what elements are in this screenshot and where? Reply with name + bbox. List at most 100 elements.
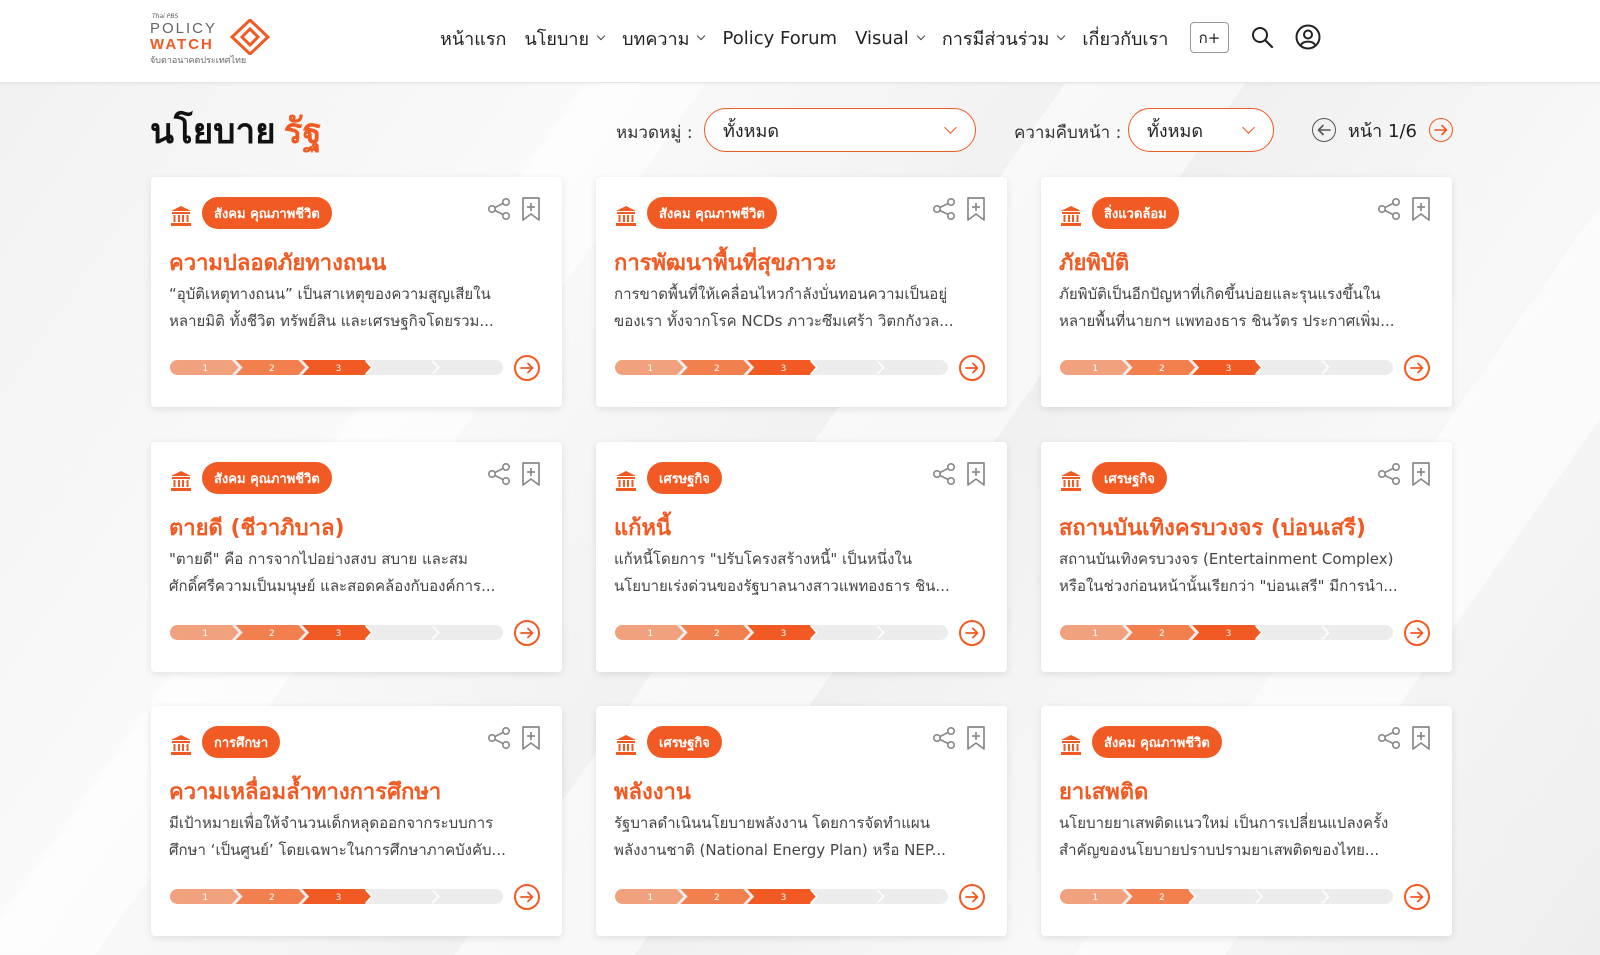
card-open-button[interactable] [514,884,540,910]
card-description-line-1: สถานบันเทิงครบวงจร (Entertainment Comple… [1059,550,1394,568]
share-icon[interactable] [1377,462,1401,486]
card-description-line-1: ภัยพิบัติเป็นอีกปัญหาที่เกิดขึ้นบ่อยและร… [1059,285,1381,303]
card-title[interactable]: ความเหลื่อมล้ำทางการศึกษา [169,774,441,809]
category-badge[interactable]: สังคม คุณภาพชีวิต [202,462,332,494]
card-description-line-1: “อุบัติเหตุทางถนน” เป็นสาเหตุของความสูญเ… [169,285,491,303]
category-badge[interactable]: สิ่งแวดล้อม [1092,197,1179,229]
policy-card[interactable]: เศรษฐกิจ สถานบันเทิงครบวงจร (บ่อนเสรี) ส… [1041,442,1452,672]
card-open-button[interactable] [1404,355,1430,381]
share-icon[interactable] [932,726,956,750]
card-title[interactable]: ภัยพิบัติ [1059,245,1129,280]
user-account-icon[interactable] [1295,24,1321,50]
card-description-line-2: หลายพื้นที่นายกฯ แพทองธาร ชินวัตร ประกาศ… [1059,312,1395,330]
card-open-button[interactable] [959,355,985,381]
card-title[interactable]: ความปลอดภัยทางถนน [169,245,386,280]
policy-card[interactable]: สังคม คุณภาพชีวิต ยาเสพติด นโยบายยาเสพติ… [1041,706,1452,936]
arrow-right-icon [520,627,534,639]
bookmark-add-icon[interactable] [965,196,987,222]
chevron-down-icon [1057,31,1066,41]
share-icon[interactable] [487,462,511,486]
policy-card[interactable]: การศึกษา ความเหลื่อมล้ำทางการศึกษา มีเป้… [151,706,562,936]
progress-select[interactable]: ทั้งหมด [1128,108,1274,152]
policy-watch-logo[interactable]: Thai PBS POLICY WATCH จับตาอนาคตประเทศไท… [150,13,275,66]
share-icon[interactable] [932,197,956,221]
nav-home-label: หน้าแรก [440,28,507,50]
pagination: หน้า 1/6 [1312,116,1453,144]
share-icon[interactable] [487,726,511,750]
card-description: นโยบายยาเสพติดแนวใหม่ เป็นการเปลี่ยนแปลง… [1059,810,1431,866]
policy-card[interactable]: เศรษฐกิจ แก้หนี้ แก้หนี้โดยการ "ปรับโครง… [596,442,1007,672]
progress-stage-label: 2 [269,893,275,903]
card-title[interactable]: แก้หนี้ [614,510,671,545]
font-size-button[interactable]: ก+ [1190,22,1229,53]
bookmark-add-icon[interactable] [1410,725,1432,751]
progress-stage-label: 2 [714,364,720,374]
progress-stages: 1 2 3 [615,889,948,904]
card-title[interactable]: ยาเสพติด [1059,774,1148,809]
card-open-button[interactable] [959,620,985,646]
nav-policy-label: นโยบาย [524,28,590,50]
policy-card[interactable]: สังคม คุณภาพชีวิต ความปลอดภัยทางถนน “อุบ… [151,177,562,407]
card-description: “อุบัติเหตุทางถนน” เป็นสาเหตุของความสูญเ… [169,281,541,337]
arrow-right-icon [1410,362,1424,374]
nav-about[interactable]: เกี่ยวกับเรา [1082,24,1168,53]
next-page-button[interactable] [1428,118,1453,142]
category-badge[interactable]: การศึกษา [202,726,281,758]
progress-stage-label: 2 [269,364,275,374]
card-description-line-2: นโยบายเร่งด่วนของรัฐบาลนางสาวแพทองธาร ชิ… [614,577,950,595]
policy-card[interactable]: สิ่งแวดล้อม ภัยพิบัติ ภัยพิบัติเป็นอีกปั… [1041,177,1452,407]
share-icon[interactable] [1377,726,1401,750]
progress-stage-label: 2 [1159,893,1165,903]
nav-visual[interactable]: Visual [855,28,926,49]
bookmark-add-icon[interactable] [520,196,542,222]
share-icon[interactable] [1377,197,1401,221]
progress-stage-label: 2 [1159,364,1165,374]
progress-stage-label: 1 [202,364,208,374]
bookmark-add-icon[interactable] [520,725,542,751]
prev-page-button[interactable] [1312,118,1336,142]
nav-home[interactable]: หน้าแรก [440,24,506,53]
bookmark-add-icon[interactable] [1410,196,1432,222]
nav-participation[interactable]: การมีส่วนร่วม [942,24,1066,53]
card-open-button[interactable] [514,355,540,381]
progress-stage-label: 3 [781,629,787,639]
category-badge[interactable]: สังคม คุณภาพชีวิต [202,197,332,229]
progress-stages: 1 2 3 [170,889,503,904]
card-title[interactable]: การพัฒนาพื้นที่สุขภาวะ [614,245,837,280]
bookmark-add-icon[interactable] [965,725,987,751]
bookmark-add-icon[interactable] [965,461,987,487]
category-badge[interactable]: เศรษฐกิจ [1092,462,1167,494]
nav-policy-forum[interactable]: Policy Forum [722,28,837,49]
card-description-line-2: หรือในช่วงก่อนหน้านั้นเรียกว่า "บ่อนเสรี… [1059,577,1398,595]
share-icon[interactable] [932,462,956,486]
government-building-icon [1061,206,1081,226]
category-badge[interactable]: เศรษฐกิจ [647,462,722,494]
progress-select-value: ทั้งหมด [1147,120,1204,142]
nav-policy[interactable]: นโยบาย [524,24,606,53]
policy-card[interactable]: สังคม คุณภาพชีวิต การพัฒนาพื้นที่สุขภาวะ… [596,177,1007,407]
card-open-button[interactable] [1404,620,1430,646]
progress-stages: 1 2 3 [615,625,948,640]
main-nav: หน้าแรก นโยบาย บทความ Policy Forum Visua… [440,23,1186,53]
search-icon[interactable] [1250,25,1274,49]
policy-card[interactable]: เศรษฐกิจ พลังงาน รัฐบาลดำเนินนโยบายพลังง… [596,706,1007,936]
policy-card[interactable]: สังคม คุณภาพชีวิต ตายดี (ชีวาภิบาล) "ตาย… [151,442,562,672]
government-building-icon [1061,471,1081,491]
category-select[interactable]: ทั้งหมด [704,108,976,152]
card-open-button[interactable] [1404,884,1430,910]
card-open-button[interactable] [959,884,985,910]
nav-articles[interactable]: บทความ [622,24,706,53]
bookmark-add-icon[interactable] [520,461,542,487]
category-badge[interactable]: เศรษฐกิจ [647,726,722,758]
bookmark-add-icon[interactable] [1410,461,1432,487]
category-badge[interactable]: สังคม คุณภาพชีวิต [647,197,777,229]
card-title[interactable]: ตายดี (ชีวาภิบาล) [169,510,345,545]
card-open-button[interactable] [514,620,540,646]
arrow-right-icon [1434,124,1448,136]
government-building-icon [616,206,636,226]
card-title[interactable]: พลังงาน [614,774,691,809]
card-title[interactable]: สถานบันเทิงครบวงจร (บ่อนเสรี) [1059,510,1366,545]
progress-stage-label: 2 [1159,629,1165,639]
category-badge[interactable]: สังคม คุณภาพชีวิต [1092,726,1222,758]
share-icon[interactable] [487,197,511,221]
